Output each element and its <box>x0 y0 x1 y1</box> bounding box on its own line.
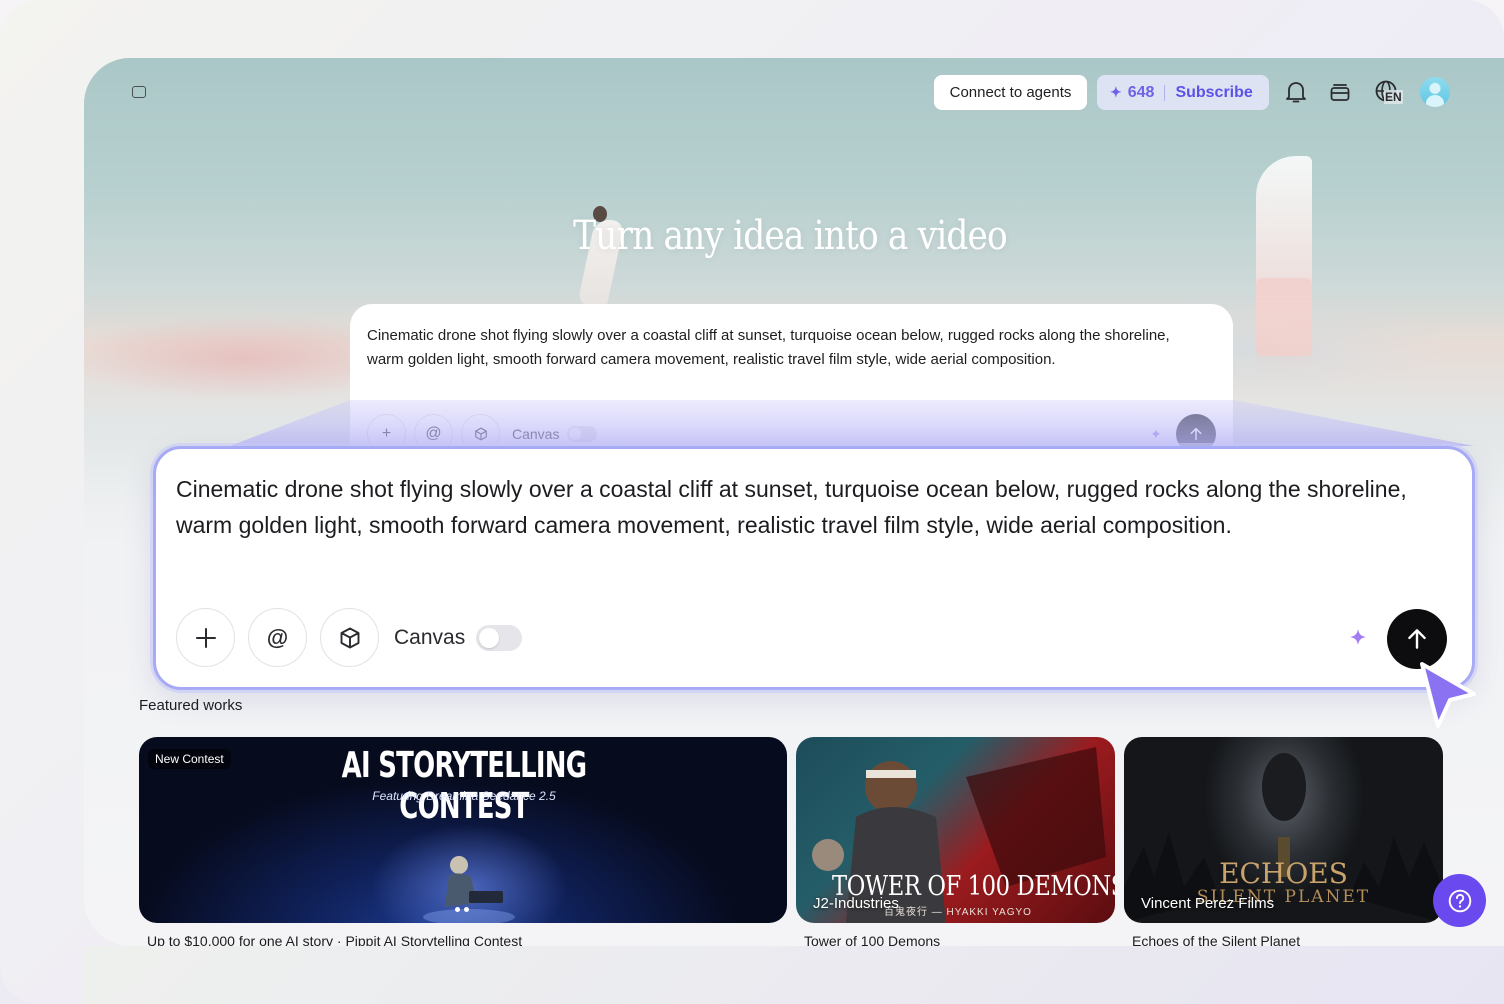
featured-card-tower[interactable]: TOWER OF 100 DEMONS 百鬼夜行 — HYAKKI YAGYO … <box>796 737 1115 923</box>
page-title: Turn any idea into a video <box>573 213 1008 259</box>
canvas-label-small: Canvas <box>512 425 560 442</box>
sparkle-icon[interactable] <box>1349 628 1367 651</box>
featured-works-heading: Featured works <box>139 697 243 714</box>
featured-card-contest[interactable]: New Contest AI STORYTELLING CONTEST Feat… <box>139 737 787 923</box>
card-caption[interactable]: Echoes of the Silent Planet <box>1132 933 1300 946</box>
cursor-pointer-icon <box>1420 662 1476 728</box>
cube-icon <box>340 627 359 648</box>
sidebar-toggle-icon[interactable] <box>132 86 146 98</box>
canvas-toggle-small[interactable] <box>567 425 598 442</box>
bell-icon[interactable] <box>1282 78 1310 106</box>
seated-figure-art <box>423 856 515 923</box>
prompt-card: Cinematic drone shot flying slowly over … <box>153 446 1475 690</box>
contest-title: AI STORYTELLING CONTEST <box>341 745 587 827</box>
sparkle-icon: ✦ <box>1110 84 1122 100</box>
contest-subtitle: Featuring Dreamina Seedance 2.5 <box>372 789 556 803</box>
credits-count: 648 <box>1127 83 1155 101</box>
sparkle-icon[interactable]: ✦ <box>1150 426 1162 443</box>
card-owner: J2-Industries <box>813 895 899 912</box>
credits-subscribe-pill[interactable]: ✦ 648 Subscribe <box>1097 75 1269 110</box>
echoes-title: ECHOES <box>1219 857 1348 890</box>
hero-monolith-reflection <box>1256 278 1312 378</box>
stack-icon[interactable] <box>1326 78 1354 106</box>
tower-subtitle: 百鬼夜行 — HYAKKI YAGYO <box>884 907 1032 918</box>
card-owner: Vincent Perez Films <box>1141 895 1275 912</box>
plus-icon <box>195 627 216 648</box>
card-caption[interactable]: Up to $10,000 for one AI story · Pippit … <box>147 933 522 946</box>
prompt-text-small[interactable]: Cinematic drone shot flying slowly over … <box>367 324 1207 372</box>
canvas-toggle[interactable] <box>476 624 523 651</box>
prompt-toolbar: @ Canvas <box>176 608 523 667</box>
card-caption[interactable]: Tower of 100 Demons <box>804 933 940 946</box>
carousel-dots[interactable] <box>455 907 469 912</box>
connect-agents-button[interactable]: Connect to agents <box>934 75 1087 110</box>
mention-button[interactable]: @ <box>248 608 307 667</box>
question-icon <box>1448 889 1471 912</box>
canvas-label: Canvas <box>394 625 466 649</box>
language-code: EN <box>1384 90 1403 104</box>
bottom-frame <box>84 946 1504 1004</box>
globe-language-icon[interactable]: EN <box>1368 78 1406 106</box>
featured-card-echoes[interactable]: ECHOES SILENT PLANET Vincent Perez Films <box>1124 737 1443 923</box>
asset-button[interactable] <box>320 608 379 667</box>
avatar[interactable] <box>1420 77 1450 107</box>
arrow-up-icon <box>1408 629 1426 649</box>
new-contest-badge: New Contest <box>148 749 231 769</box>
add-button[interactable] <box>176 608 235 667</box>
at-icon: @ <box>266 624 289 650</box>
divider <box>1164 84 1166 101</box>
help-button[interactable] <box>1433 874 1486 927</box>
prompt-input[interactable]: Cinematic drone shot flying slowly over … <box>176 471 1446 543</box>
subscribe-link[interactable]: Subscribe <box>1175 84 1252 102</box>
